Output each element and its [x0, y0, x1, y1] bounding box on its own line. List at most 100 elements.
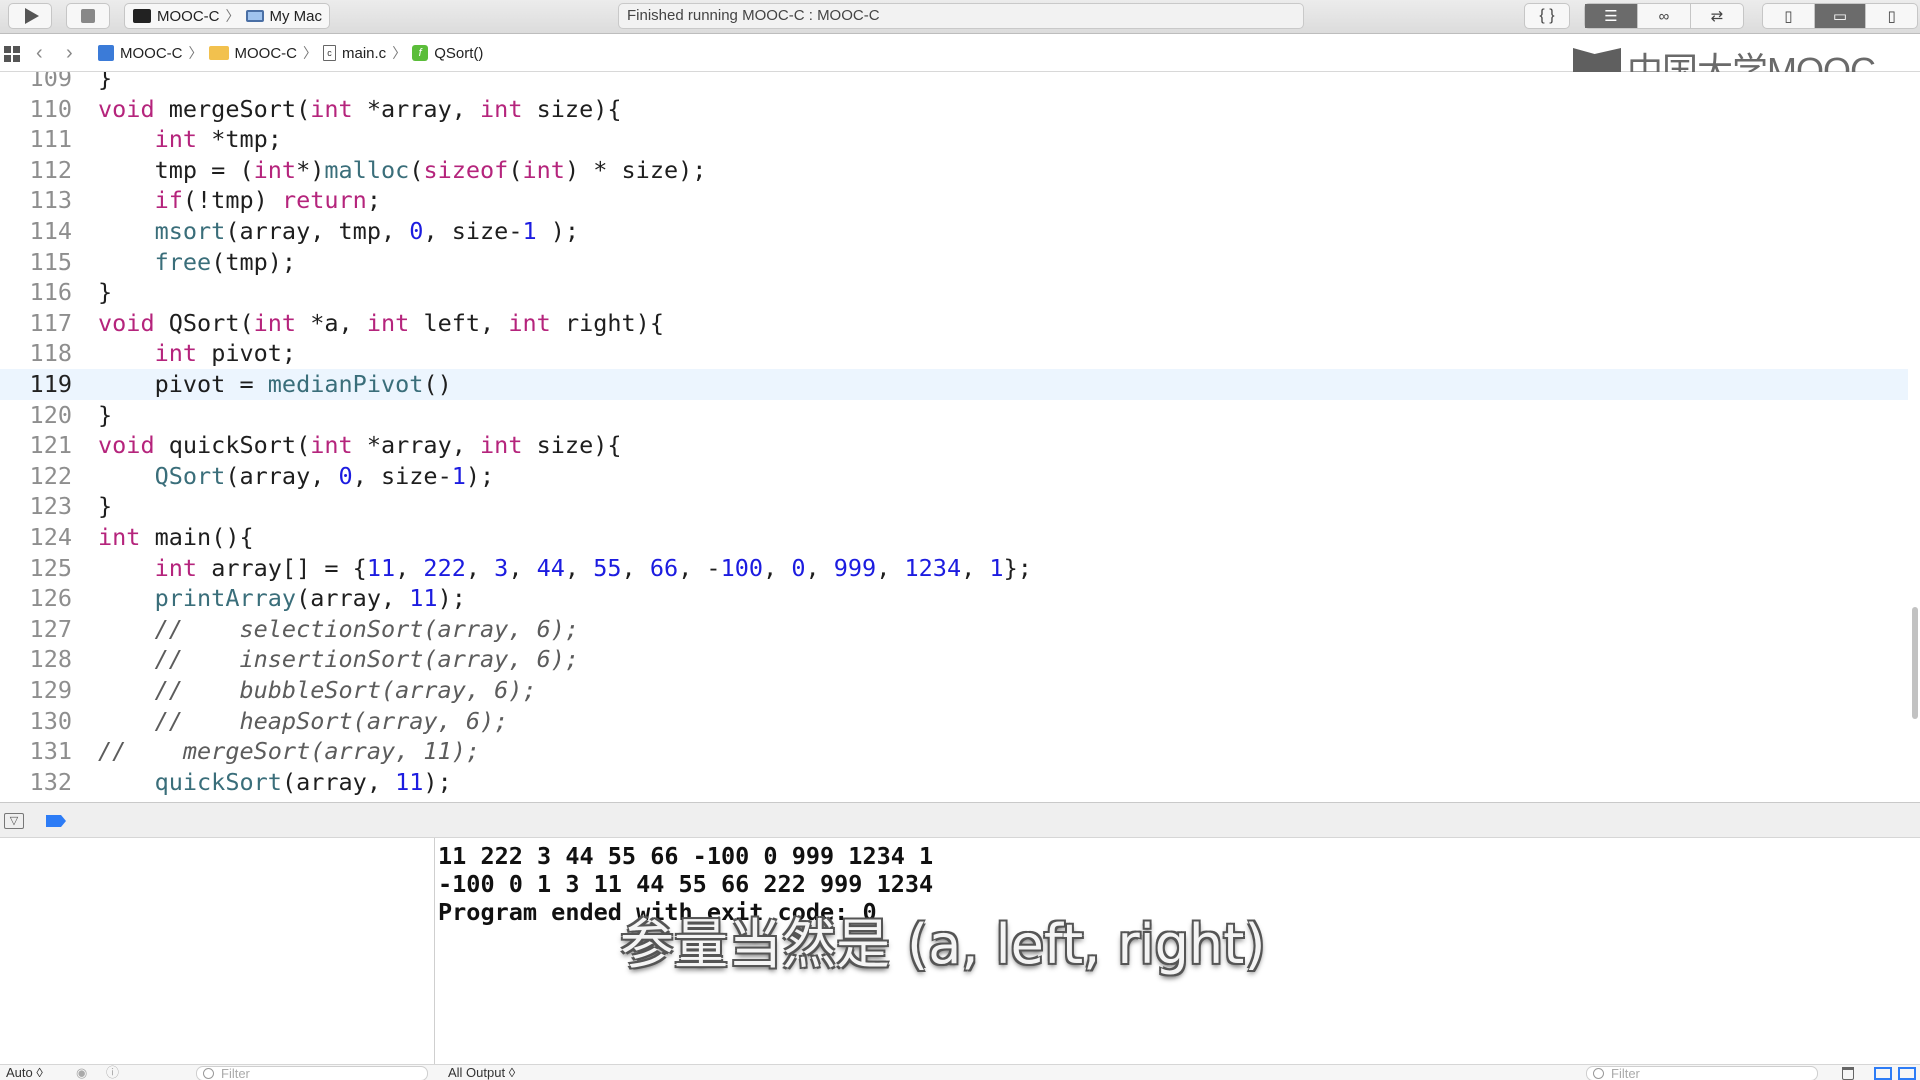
code-line[interactable]: 124 int main(){ — [0, 522, 1908, 553]
code-line[interactable]: 112 tmp = (int*)malloc(sizeof(int) * siz… — [0, 155, 1908, 186]
line-number: 128 — [29, 645, 72, 674]
code-line[interactable]: 119 pivot = medianPivot() — [0, 369, 1908, 400]
code-text: void mergeSort(int *array, int size){ — [98, 94, 622, 123]
scheme-selector[interactable]: MOOC-C 〉 My Mac — [124, 3, 330, 29]
trash-icon[interactable] — [1842, 1067, 1854, 1080]
console-filter[interactable]: Filter — [1586, 1066, 1818, 1080]
standard-editor-button[interactable]: ☰ — [1585, 4, 1638, 28]
breakpoints-toggle-icon[interactable] — [46, 815, 66, 827]
chevron-right-icon: 〉 — [392, 45, 407, 61]
related-items-icon[interactable] — [4, 46, 20, 62]
split-right-icon[interactable] — [1898, 1067, 1916, 1080]
scheme-project: MOOC-C — [157, 7, 220, 25]
code-text: } — [98, 278, 113, 307]
debug-bar: ▽ — [0, 802, 1920, 838]
line-number: 109 — [29, 72, 72, 92]
line-number: 123 — [29, 492, 72, 521]
assistant-editor-button[interactable]: ∞ — [1638, 4, 1691, 28]
code-line[interactable]: 115 free(tmp); — [0, 247, 1908, 278]
navigator-toggle-button[interactable]: ▯ — [1763, 4, 1815, 28]
code-text: pivot = medianPivot() — [98, 370, 452, 398]
scheme-destination: My Mac — [269, 7, 323, 25]
code-text: // heapSort(array, 6); — [154, 706, 509, 735]
code-text: // insertionSort(array, 6); — [154, 645, 580, 674]
version-editor-button[interactable]: ⇄ — [1691, 4, 1743, 28]
code-line[interactable]: 110 void mergeSort(int *array, int size){ — [0, 94, 1908, 125]
code-line[interactable]: 129 // bubbleSort(array, 6); — [0, 675, 1908, 706]
right-panel-icon: ▯ — [1887, 8, 1896, 25]
code-line[interactable]: 131 // mergeSort(array, 11); — [0, 736, 1908, 767]
run-button[interactable] — [8, 3, 52, 29]
code-line[interactable]: 125 int array[] = {11, 222, 3, 44, 55, 6… — [0, 553, 1908, 584]
stop-icon — [81, 9, 95, 23]
bottom-panel-icon: ▭ — [1832, 8, 1848, 25]
line-number: 116 — [29, 278, 72, 307]
editor-scrollbar[interactable] — [1912, 607, 1918, 719]
folder-icon — [208, 46, 229, 60]
breadcrumb-project[interactable]: MOOC-C — [120, 45, 183, 62]
split-left-icon[interactable] — [1874, 1067, 1892, 1080]
chevron-right-icon: 〉 — [303, 45, 317, 61]
code-text: } — [98, 492, 113, 521]
code-line[interactable]: 114 msort(array, tmp, 0, size-1 ); — [0, 216, 1908, 247]
code-line[interactable]: 111 int *tmp; — [0, 124, 1908, 155]
output-selector[interactable]: All Output ◊ — [448, 1066, 515, 1080]
rings-icon: ∞ — [1658, 7, 1670, 25]
code-line[interactable]: 126 printArray(array, 11); — [0, 583, 1908, 614]
left-panel-icon: ▯ — [1784, 8, 1793, 25]
breadcrumb-group[interactable]: MOOC-C — [235, 45, 298, 62]
code-line[interactable]: 116} — [0, 277, 1908, 308]
line-number: 129 — [29, 676, 72, 704]
code-line[interactable]: 118 int pivot; — [0, 338, 1908, 369]
line-number: 127 — [29, 614, 72, 643]
code-text: if(!tmp) return; — [154, 186, 381, 215]
arrows-icon: ⇄ — [1710, 8, 1724, 25]
breadcrumb-function[interactable]: QSort() — [434, 45, 483, 62]
line-number: 121 — [29, 431, 72, 460]
code-text: int *tmp; — [154, 125, 282, 154]
code-line[interactable]: 109} — [0, 72, 1908, 94]
code-line[interactable]: 127 // selectionSort(array, 6); — [0, 614, 1908, 645]
console-filter-placeholder: Filter — [1611, 1066, 1640, 1080]
line-number: 112 — [29, 155, 72, 184]
filter-icon — [1593, 1068, 1604, 1079]
code-line[interactable]: 122 QSort(array, 0, size-1); — [0, 461, 1908, 492]
line-number: 131 — [29, 737, 72, 766]
code-line[interactable]: 113 if(!tmp) return; — [0, 185, 1908, 216]
back-icon[interactable]: ‹ — [36, 42, 43, 65]
function-icon: f — [412, 45, 429, 61]
hide-debug-area-icon[interactable]: ▽ — [4, 813, 24, 829]
utilities-toggle-button[interactable]: ▯ — [1866, 4, 1917, 28]
code-text: tmp = (int*)malloc(sizeof(int) * size); — [98, 155, 707, 184]
line-number: 122 — [29, 461, 72, 490]
code-line[interactable]: 132 quickSort(array, 11); — [0, 767, 1908, 798]
chevron-right-icon: 〉 — [188, 45, 203, 61]
info-icon[interactable]: ⓘ — [106, 1066, 119, 1080]
code-text: // bubbleSort(array, 6); — [154, 676, 537, 704]
line-number: 119 — [29, 370, 72, 398]
code-text: } — [98, 72, 113, 92]
library-button[interactable]: { } — [1524, 3, 1570, 29]
code-line[interactable]: 130 // heapSort(array, 6); — [0, 706, 1908, 737]
code-text: quickSort(array, 11); — [154, 767, 452, 796]
code-line[interactable]: 120} — [0, 400, 1908, 431]
code-line[interactable]: 128 // insertionSort(array, 6); — [0, 644, 1908, 675]
stop-button[interactable] — [66, 3, 110, 29]
code-text: void quickSort(int *array, int size){ — [98, 431, 622, 460]
line-number: 115 — [29, 247, 72, 276]
breadcrumb-file[interactable]: main.c — [342, 45, 386, 62]
code-text: msort(array, tmp, 0, size-1 ); — [154, 217, 580, 245]
source-editor[interactable]: 109} 110 void mergeSort(int *array, int si… — [0, 72, 1920, 802]
line-number: 114 — [29, 217, 72, 245]
code-line[interactable]: 117 void QSort(int *a, int left, int righ… — [0, 308, 1908, 339]
terminal-icon — [133, 9, 151, 23]
eye-icon[interactable]: ◉ — [76, 1066, 87, 1080]
scope-selector[interactable]: Auto ◊ — [6, 1066, 43, 1080]
debug-area-toggle-button[interactable]: ▭ — [1814, 4, 1867, 28]
code-text: QSort(array, 0, size-1); — [154, 461, 495, 490]
code-text: // mergeSort(array, 11); — [98, 737, 481, 766]
code-line[interactable]: 123} — [0, 491, 1908, 522]
variables-filter[interactable]: Filter — [196, 1066, 428, 1080]
forward-icon[interactable]: › — [66, 42, 73, 65]
code-line[interactable]: 121 void quickSort(int *array, int size){ — [0, 430, 1908, 461]
